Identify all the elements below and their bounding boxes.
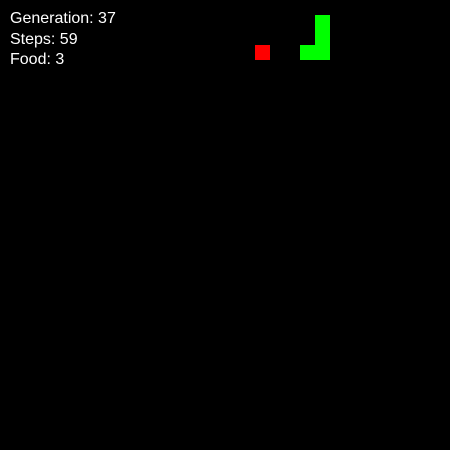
generation-counter: Generation: 37 xyxy=(10,10,116,27)
snake-segment xyxy=(315,30,330,45)
food-pellet xyxy=(255,45,270,60)
snake-segment xyxy=(315,15,330,30)
food-counter: Food: 3 xyxy=(10,51,65,68)
steps-counter: Steps: 59 xyxy=(10,31,78,48)
snake-segment xyxy=(315,45,330,60)
game-board: Generation: 37 Steps: 59 Food: 3 xyxy=(0,0,450,450)
snake-head xyxy=(300,45,315,60)
